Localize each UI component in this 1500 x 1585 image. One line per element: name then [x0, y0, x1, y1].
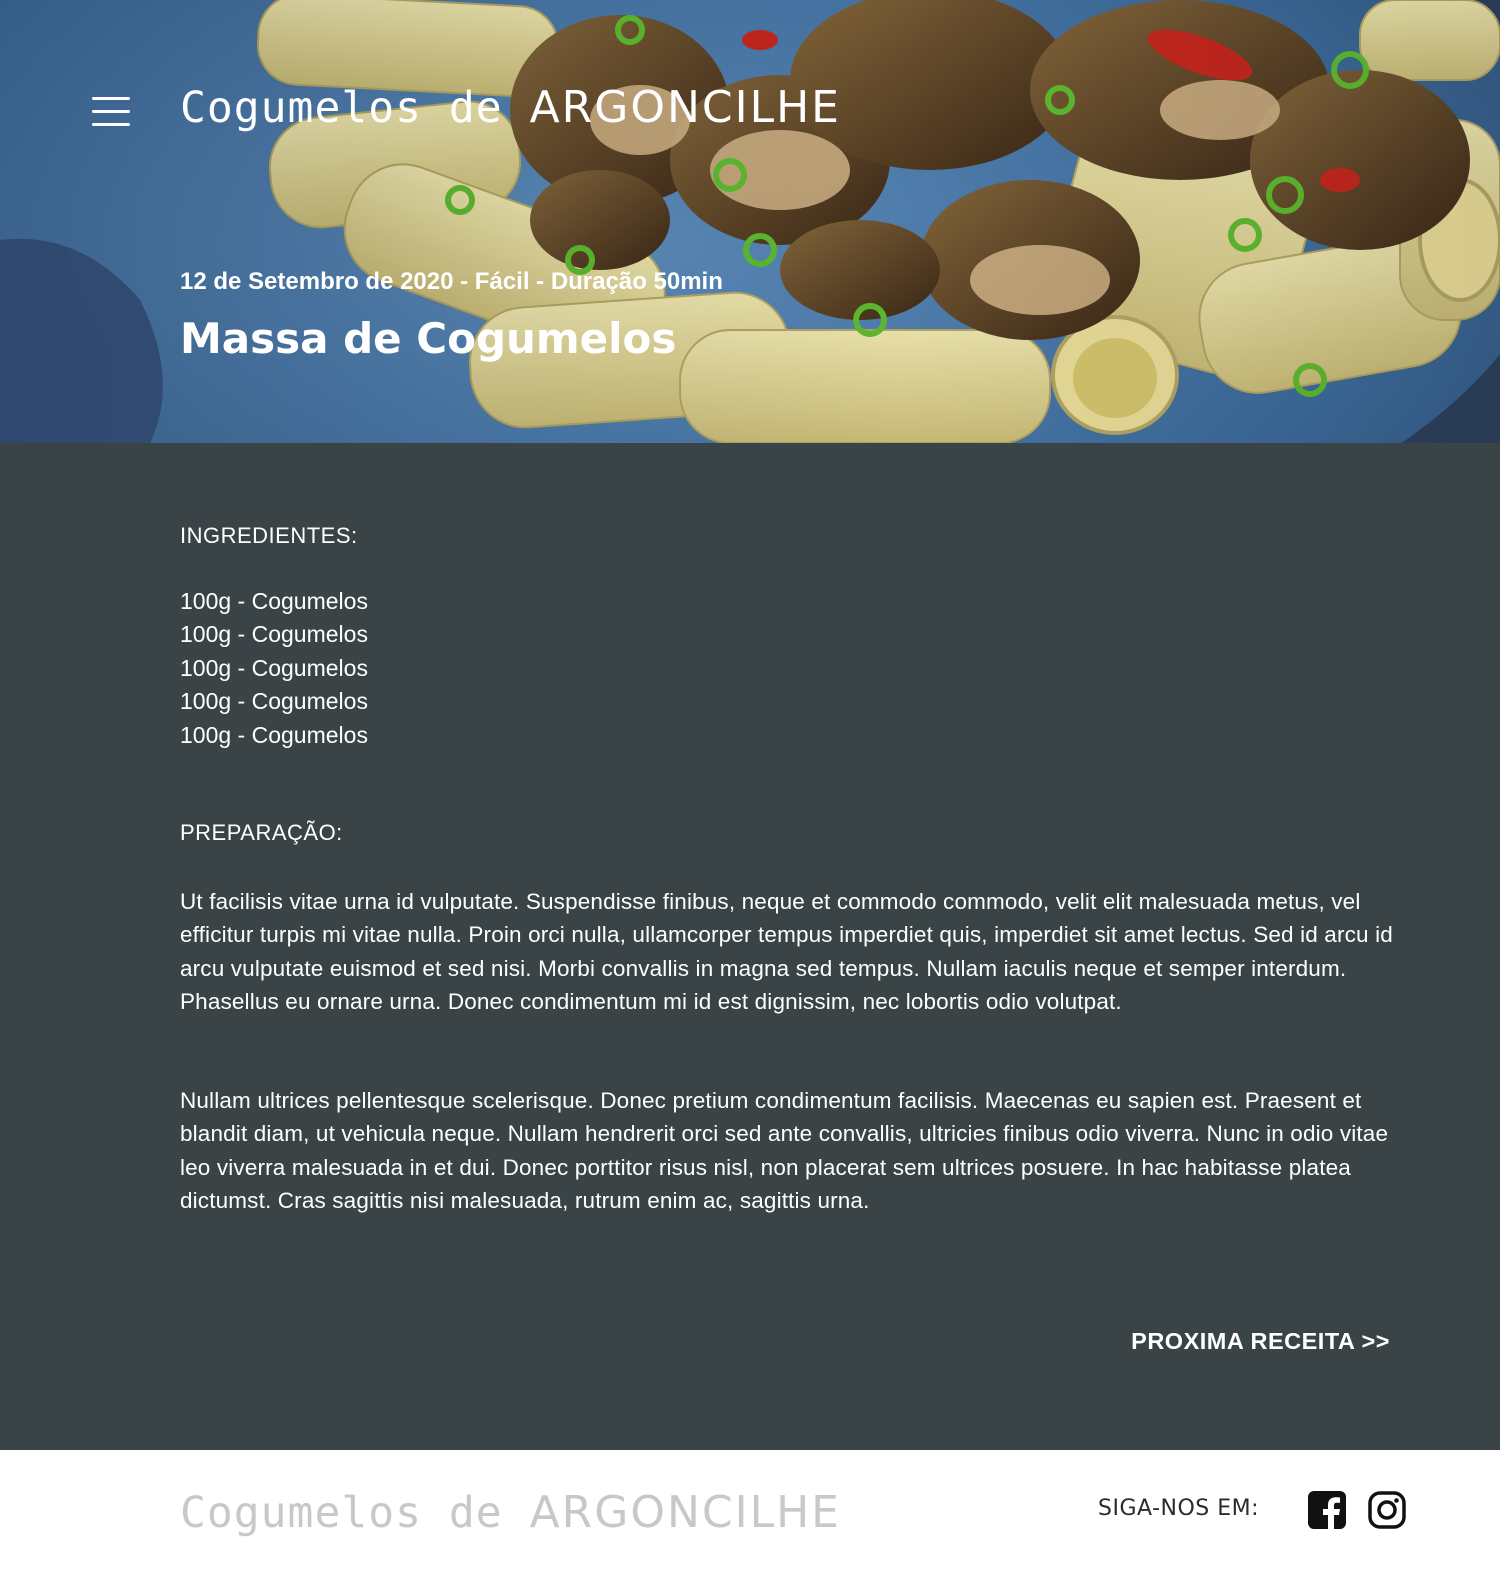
logo-script-text: Cogumelos de	[180, 83, 503, 133]
follow-us-label: SIGA-NOS EM:	[1098, 1496, 1260, 1521]
recipe-meta: 12 de Setembro de 2020 - Fácil - Duração…	[180, 268, 723, 295]
menu-line	[92, 97, 130, 100]
recipe-page: Cogumelos de ARGONCILHE 12 de Setembro d…	[0, 0, 1500, 1585]
ingredient-item: 100g - Cogumelos	[180, 721, 368, 748]
recipe-title: Massa de Cogumelos	[180, 314, 677, 363]
instagram-icon[interactable]	[1368, 1491, 1406, 1529]
next-recipe-link[interactable]: PROXIMA RECEITA >>	[1131, 1328, 1390, 1355]
hero-overlay	[0, 0, 1500, 443]
preparation-heading: PREPARAÇÃO:	[180, 820, 343, 845]
footer-logo-caps-text: ARGONCILHE	[529, 1487, 841, 1538]
preparation-paragraph: Nullam ultrices pellentesque scelerisque…	[180, 1088, 1389, 1214]
ingredient-item: 100g - Cogumelos	[180, 621, 368, 648]
menu-line	[92, 123, 130, 126]
site-logo[interactable]: Cogumelos de ARGONCILHE	[180, 82, 841, 133]
logo-caps-text: ARGONCILHE	[529, 82, 841, 133]
facebook-icon[interactable]	[1308, 1491, 1346, 1529]
hamburger-menu-icon[interactable]	[92, 97, 130, 129]
footer-logo-script-text: Cogumelos de	[180, 1488, 503, 1538]
footer: Cogumelos de ARGONCILHE SIGA-NOS EM:	[0, 1450, 1500, 1585]
ingredients-list: 100g - Cogumelos 100g - Cogumelos 100g -…	[180, 585, 368, 752]
preparation-paragraph: Ut facilisis vitae urna id vulputate. Su…	[180, 889, 1393, 1015]
ingredient-item: 100g - Cogumelos	[180, 688, 368, 715]
footer-logo[interactable]: Cogumelos de ARGONCILHE	[180, 1487, 841, 1538]
menu-line	[92, 110, 130, 113]
ingredient-item: 100g - Cogumelos	[180, 588, 368, 614]
ingredients-heading: INGREDIENTES:	[180, 523, 358, 548]
ingredient-item: 100g - Cogumelos	[180, 654, 368, 681]
hero-banner: Cogumelos de ARGONCILHE 12 de Setembro d…	[0, 0, 1500, 443]
